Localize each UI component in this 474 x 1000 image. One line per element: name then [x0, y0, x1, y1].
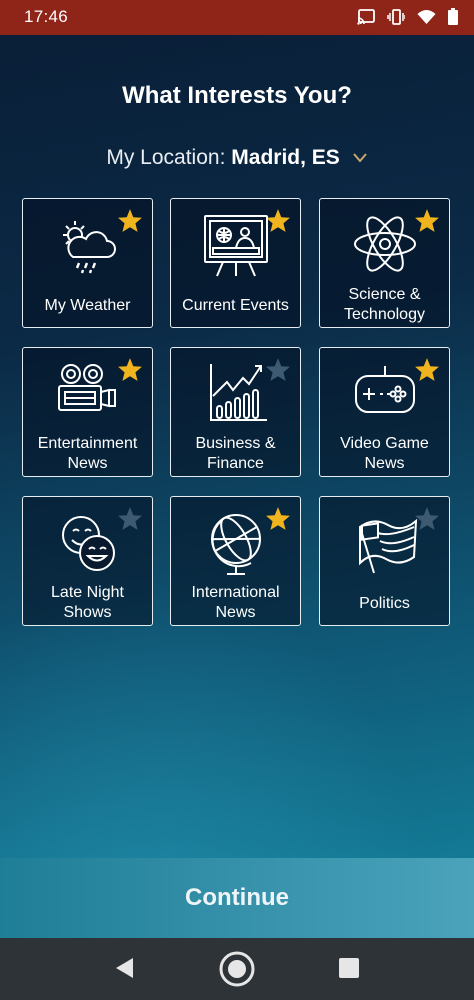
cast-icon — [357, 8, 375, 30]
interests-grid: My Weather Current Events Science & Tech… — [22, 198, 453, 628]
tile-label: Business & Finance — [195, 435, 276, 472]
smiley-faces-icon — [23, 511, 152, 573]
chevron-down-icon[interactable] — [352, 146, 368, 170]
battery-icon — [448, 8, 458, 30]
status-time: 17:46 — [24, 7, 69, 26]
tile-politics[interactable]: Politics — [319, 496, 450, 626]
tile-label: Current Events — [182, 297, 289, 314]
tile-late-night-shows[interactable]: Late Night Shows — [22, 496, 153, 626]
wifi-icon — [417, 9, 436, 30]
tile-science-technology[interactable]: Science & Technology — [319, 198, 450, 328]
location-prefix: My Location: — [106, 146, 226, 169]
continue-button[interactable]: Continue — [0, 858, 474, 938]
status-bar: 17:46 — [0, 0, 474, 35]
tile-label: My Weather — [44, 297, 131, 314]
globe-icon — [171, 511, 300, 577]
news-anchor-icon — [171, 213, 300, 277]
system-nav-bar — [0, 938, 474, 1000]
tile-current-events[interactable]: Current Events — [170, 198, 301, 328]
atom-icon — [320, 213, 449, 275]
bar-chart-icon — [171, 362, 300, 424]
tile-international-news[interactable]: International News — [170, 496, 301, 626]
tile-label: Politics — [359, 595, 410, 612]
location-selector[interactable]: My Location: Madrid, ES — [0, 146, 474, 170]
continue-label: Continue — [185, 884, 289, 911]
location-value: Madrid, ES — [231, 146, 340, 169]
movie-camera-icon — [23, 362, 152, 420]
page-title: What Interests You? — [122, 82, 352, 109]
tile-entertainment-news[interactable]: Entertainment News — [22, 347, 153, 477]
recents-icon[interactable] — [339, 958, 359, 983]
tile-label: Entertainment News — [37, 435, 138, 472]
tile-my-weather[interactable]: My Weather — [22, 198, 153, 328]
vibrate-icon — [387, 8, 406, 30]
home-icon[interactable] — [218, 950, 256, 993]
tile-video-game-news[interactable]: Video Game News — [319, 347, 450, 477]
tile-label: International News — [191, 584, 280, 621]
status-icons — [357, 8, 458, 30]
back-icon[interactable] — [113, 956, 135, 985]
tile-label: Late Night Shows — [51, 584, 124, 621]
tile-business-finance[interactable]: Business & Finance — [170, 347, 301, 477]
weather-icon — [23, 213, 152, 277]
flag-icon — [320, 511, 449, 575]
tile-label: Video Game News — [340, 435, 429, 472]
tile-label: Science & Technology — [344, 286, 425, 323]
interests-screen: What Interests You? My Location: Madrid,… — [0, 35, 474, 858]
gamepad-icon — [320, 362, 449, 418]
